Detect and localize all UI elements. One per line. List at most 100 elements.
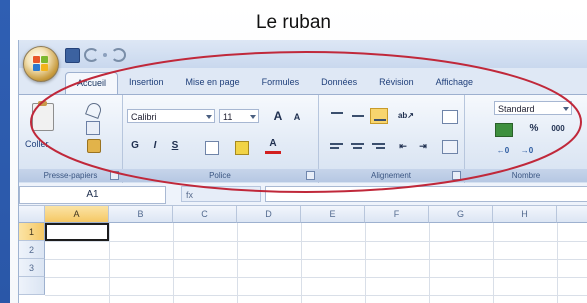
tab-revision[interactable]: Révision bbox=[368, 72, 425, 94]
quick-access-toolbar bbox=[65, 47, 126, 63]
undo-icon[interactable] bbox=[84, 48, 99, 62]
group-clipboard: Coller Presse-papiers bbox=[19, 95, 123, 183]
gridline bbox=[109, 223, 110, 303]
merge-center-icon[interactable] bbox=[442, 140, 458, 154]
tab-donnees[interactable]: Données bbox=[310, 72, 368, 94]
increase-indent-button[interactable]: ⇥ bbox=[414, 138, 432, 154]
column-header-c[interactable]: C bbox=[173, 206, 237, 223]
save-icon[interactable] bbox=[65, 47, 80, 63]
tab-insertion[interactable]: Insertion bbox=[118, 72, 175, 94]
office-logo-icon bbox=[33, 56, 49, 72]
gridline bbox=[365, 223, 366, 303]
font-size-value: 11 bbox=[223, 112, 233, 122]
redo-icon[interactable] bbox=[111, 48, 126, 62]
row-header-4[interactable] bbox=[19, 277, 45, 295]
group-font: Calibri 11 A A G I S A Police bbox=[122, 95, 319, 183]
wrap-text-icon[interactable] bbox=[442, 110, 458, 124]
title-bar bbox=[19, 40, 587, 68]
select-all-corner[interactable] bbox=[19, 206, 45, 223]
align-right-button[interactable] bbox=[370, 138, 388, 154]
row-header-1[interactable]: 1 bbox=[19, 223, 45, 241]
cut-icon[interactable] bbox=[85, 101, 103, 119]
italic-button[interactable]: I bbox=[147, 138, 163, 154]
gridline bbox=[493, 223, 494, 303]
group-number: Standard % 000 ←0 →0 Nombre bbox=[464, 95, 587, 183]
increase-decimal-button[interactable]: ←0 bbox=[495, 143, 511, 159]
gridline bbox=[45, 295, 587, 296]
gridline bbox=[45, 277, 587, 278]
column-header-partial[interactable] bbox=[557, 206, 587, 223]
fx-button[interactable]: fx bbox=[181, 186, 261, 202]
currency-icon[interactable] bbox=[495, 123, 513, 137]
orientation-button[interactable]: ab↗ bbox=[394, 108, 418, 124]
row-header-2[interactable]: 2 bbox=[19, 241, 45, 259]
name-box[interactable]: A1 bbox=[19, 186, 166, 204]
worksheet-grid: A B C D E F G H 1 2 3 bbox=[19, 206, 587, 303]
gridline bbox=[557, 223, 558, 303]
align-bottom-button[interactable] bbox=[370, 108, 388, 124]
paste-button[interactable]: Coller bbox=[25, 139, 49, 149]
gridline bbox=[45, 241, 587, 242]
row-header-3[interactable]: 3 bbox=[19, 259, 45, 277]
decrease-indent-button[interactable]: ⇤ bbox=[394, 138, 412, 154]
group-label-clipboard: Presse-papiers bbox=[19, 169, 122, 182]
ribbon-tabs: Accueil Insertion Mise en page Formules … bbox=[65, 72, 484, 95]
align-left-button[interactable] bbox=[328, 138, 346, 154]
paste-icon[interactable] bbox=[32, 101, 54, 131]
font-name-value: Calibri bbox=[131, 112, 157, 122]
slide-title: Le ruban bbox=[255, 12, 331, 33]
group-label-alignment: Alignement bbox=[318, 169, 464, 182]
bold-button[interactable]: G bbox=[127, 138, 143, 154]
alignment-launcher-icon[interactable] bbox=[452, 171, 461, 180]
grow-font-button[interactable]: A bbox=[270, 108, 286, 124]
font-launcher-icon[interactable] bbox=[306, 171, 315, 180]
column-header-h[interactable]: H bbox=[493, 206, 557, 223]
tab-mise-en-page[interactable]: Mise en page bbox=[175, 72, 251, 94]
gridline bbox=[237, 223, 238, 303]
number-format-combo[interactable]: Standard bbox=[494, 101, 572, 115]
chevron-down-icon bbox=[206, 115, 212, 119]
thousands-button[interactable]: 000 bbox=[550, 121, 566, 137]
copy-icon[interactable] bbox=[86, 121, 100, 135]
font-size-combo[interactable]: 11 bbox=[219, 109, 259, 123]
column-header-e[interactable]: E bbox=[301, 206, 365, 223]
formula-input[interactable] bbox=[265, 186, 587, 202]
number-format-value: Standard bbox=[498, 104, 535, 114]
group-label-font: Police bbox=[122, 169, 318, 182]
office-button[interactable] bbox=[23, 46, 59, 82]
format-painter-icon[interactable] bbox=[87, 139, 101, 153]
underline-button[interactable]: S bbox=[167, 138, 183, 154]
clipboard-launcher-icon[interactable] bbox=[110, 171, 119, 180]
borders-icon[interactable] bbox=[205, 141, 219, 155]
tab-accueil[interactable]: Accueil bbox=[65, 72, 119, 95]
group-alignment: ab↗ ⇤ ⇥ Alignement bbox=[318, 95, 465, 183]
chevron-down-icon bbox=[563, 107, 569, 111]
formula-bar: A1 fx bbox=[19, 183, 587, 206]
excel-window: Accueil Insertion Mise en page Formules … bbox=[18, 40, 587, 303]
tab-formules[interactable]: Formules bbox=[251, 72, 311, 94]
font-name-combo[interactable]: Calibri bbox=[127, 109, 215, 123]
shrink-font-button[interactable]: A bbox=[289, 109, 305, 125]
column-header-f[interactable]: F bbox=[365, 206, 429, 223]
decrease-decimal-button[interactable]: →0 bbox=[519, 143, 535, 159]
group-label-number: Nombre bbox=[464, 169, 587, 182]
align-center-button[interactable] bbox=[349, 138, 367, 154]
column-header-g[interactable]: G bbox=[429, 206, 493, 223]
align-top-button[interactable] bbox=[328, 108, 346, 124]
selected-cell-a1[interactable] bbox=[45, 223, 109, 241]
percent-button[interactable]: % bbox=[526, 121, 542, 137]
column-header-a[interactable]: A bbox=[45, 206, 109, 223]
separator bbox=[103, 53, 107, 57]
fill-color-icon[interactable] bbox=[235, 141, 249, 155]
font-color-button[interactable]: A bbox=[265, 137, 281, 154]
tab-affichage[interactable]: Affichage bbox=[425, 72, 484, 94]
gridline bbox=[429, 223, 430, 303]
gridline bbox=[45, 259, 587, 260]
chevron-down-icon bbox=[250, 115, 256, 119]
ribbon: Coller Presse-papiers Calibri 11 A A G I… bbox=[19, 94, 587, 184]
gridline bbox=[173, 223, 174, 303]
gridline bbox=[301, 223, 302, 303]
align-middle-button[interactable] bbox=[349, 108, 367, 124]
column-header-d[interactable]: D bbox=[237, 206, 301, 223]
column-header-b[interactable]: B bbox=[109, 206, 173, 223]
